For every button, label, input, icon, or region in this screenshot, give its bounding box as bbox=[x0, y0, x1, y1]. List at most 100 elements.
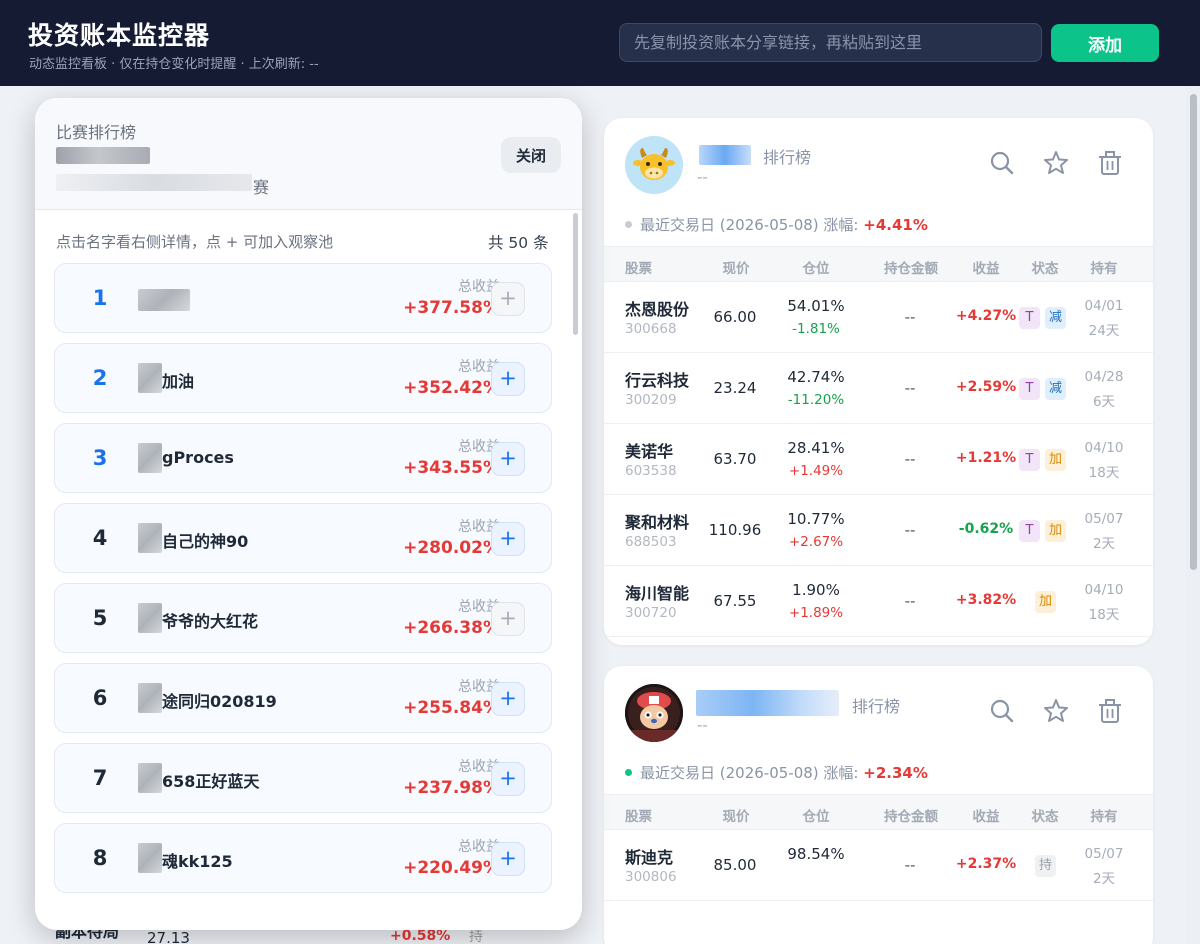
profit-value: +2.59% bbox=[955, 379, 1017, 395]
leaderboard-entry[interactable]: 8 魂kk125 总收益 +220.49% + bbox=[54, 823, 552, 893]
blurred-player-name[interactable] bbox=[138, 363, 162, 393]
leaderboard-link[interactable]: 排行榜 bbox=[763, 144, 811, 168]
trash-icon[interactable] bbox=[1096, 149, 1124, 177]
add-to-watchlist-button[interactable]: + bbox=[491, 762, 525, 796]
col-price: 现价 bbox=[722, 261, 750, 277]
position-ratio: 98.54% bbox=[787, 845, 845, 863]
search-icon[interactable] bbox=[988, 697, 1016, 725]
blurred-player-name[interactable] bbox=[138, 763, 162, 793]
add-to-watchlist-button[interactable]: + bbox=[491, 362, 525, 396]
status-change: +2.34% bbox=[863, 764, 928, 782]
avatar[interactable] bbox=[625, 684, 683, 742]
stock-code: 603538 bbox=[625, 463, 677, 479]
status-dot bbox=[625, 769, 632, 776]
leaderboard-header: 比赛排行榜 赛 关闭 bbox=[35, 98, 582, 210]
holding-row[interactable]: 行云科技 300209 23.24 42.74% -11.20% -- +2.59% T 减 04… bbox=[604, 353, 1153, 424]
plus-icon: + bbox=[499, 526, 517, 550]
position-change: -1.81% bbox=[792, 321, 840, 337]
status-badge: 加 bbox=[1035, 591, 1056, 613]
entry-count: 共 50 条 bbox=[488, 234, 549, 252]
leaderboard-entry[interactable]: 7 658正好蓝天 总收益 +237.98% + bbox=[54, 743, 552, 813]
account-meta: -- bbox=[697, 716, 708, 734]
holding-row[interactable]: 海川智能 300720 67.55 1.90% +1.89% -- +3.82% 加 04/10… bbox=[604, 566, 1153, 637]
player-name[interactable]: 魂kk125 bbox=[162, 848, 233, 872]
blurred-account-name[interactable] bbox=[696, 690, 839, 716]
blurred-contest-subtitle bbox=[56, 174, 252, 191]
stock-code: 300720 bbox=[625, 605, 677, 621]
holding-row[interactable]: 聚和材料 688503 110.96 10.77% +2.67% -- -0.62% T 加 05… bbox=[604, 495, 1153, 566]
add-to-watchlist-button[interactable]: + bbox=[491, 442, 525, 476]
account-card: 排行榜 -- 最近交易日 (2026-05-08) 涨幅: +4.41% 股票 … bbox=[604, 118, 1153, 645]
current-price: 85.00 bbox=[713, 856, 757, 874]
holding-row[interactable]: 美诺华 603538 63.70 28.41% +1.49% -- +1.21% T 加 04/1… bbox=[604, 424, 1153, 495]
player-name[interactable]: 自己的神90 bbox=[162, 528, 248, 552]
stock-name[interactable]: 行云科技 bbox=[625, 367, 689, 391]
blurred-player-name[interactable] bbox=[138, 289, 190, 311]
rank-number: 6 bbox=[92, 686, 108, 710]
hold-days: 18天 bbox=[1088, 465, 1120, 481]
player-name[interactable]: gProces bbox=[162, 448, 234, 467]
player-name[interactable]: 658正好蓝天 bbox=[162, 768, 259, 792]
character-avatar-icon bbox=[625, 684, 683, 742]
status-dot bbox=[625, 221, 632, 228]
leaderboard-entry[interactable]: 3 gProces 总收益 +343.55% + bbox=[54, 423, 552, 493]
rank-number: 1 bbox=[92, 286, 108, 310]
holding-row[interactable]: 杰恩股份 300668 66.00 54.01% -1.81% -- +4.27% T 减 04/… bbox=[604, 282, 1153, 353]
holding-amount: -- bbox=[904, 592, 916, 610]
col-hold: 持有 bbox=[1090, 261, 1118, 277]
trash-icon[interactable] bbox=[1096, 697, 1124, 725]
status-badge: 加 bbox=[1045, 449, 1066, 471]
leaderboard-entry[interactable]: 6 途同归020819 总收益 +255.84% + bbox=[54, 663, 552, 733]
plus-icon: + bbox=[499, 286, 517, 310]
blurred-account-name[interactable] bbox=[699, 145, 751, 165]
stock-name[interactable]: 美诺华 bbox=[625, 438, 673, 462]
stock-code: 300209 bbox=[625, 392, 677, 408]
leaderboard-link[interactable]: 排行榜 bbox=[852, 693, 900, 717]
profit-value: -0.62% bbox=[958, 521, 1014, 537]
blurred-player-name[interactable] bbox=[138, 603, 162, 633]
star-icon[interactable] bbox=[1042, 149, 1070, 177]
close-button[interactable]: 关闭 bbox=[501, 137, 561, 173]
total-gain-label: 总收益 bbox=[458, 439, 500, 455]
leaderboard-entry[interactable]: 4 自己的神90 总收益 +280.02% + bbox=[54, 503, 552, 573]
blurred-contest-name bbox=[56, 147, 150, 164]
leaderboard-entry[interactable]: 5 爷爷的大红花 总收益 +266.38% + bbox=[54, 583, 552, 653]
blurred-player-name[interactable] bbox=[138, 683, 162, 713]
status-badge: T bbox=[1019, 378, 1040, 400]
current-price: 66.00 bbox=[713, 308, 757, 326]
leaderboard-entry[interactable]: 1 总收益 +377.58% + bbox=[54, 263, 552, 333]
leaderboard-entry[interactable]: 2 加油 总收益 +352.42% + bbox=[54, 343, 552, 413]
player-name[interactable]: 爷爷的大红花 bbox=[162, 608, 258, 632]
add-to-watchlist-button[interactable]: + bbox=[491, 522, 525, 556]
last-trading-status: 最近交易日 (2026-05-08) 涨幅: +2.34% bbox=[625, 762, 928, 783]
holding-row[interactable]: 斯迪克 300806 85.00 98.54% -- +2.37% 持 05/07 2天 bbox=[604, 830, 1153, 901]
leaderboard-scrollbar[interactable] bbox=[573, 213, 578, 335]
add-to-watchlist-button[interactable]: + bbox=[491, 602, 525, 636]
contest-subtitle-suffix: 赛 bbox=[253, 178, 270, 197]
col-amount: 持仓金额 bbox=[884, 809, 938, 825]
add-to-watchlist-button[interactable]: + bbox=[491, 842, 525, 876]
blurred-player-name[interactable] bbox=[138, 843, 162, 873]
stock-name[interactable]: 斯迪克 bbox=[625, 844, 673, 868]
status-badge: T bbox=[1019, 307, 1040, 329]
star-icon[interactable] bbox=[1042, 697, 1070, 725]
table-header: 股票 现价 仓位 持仓金额 收益 状态 持有 bbox=[604, 246, 1153, 282]
search-icon[interactable] bbox=[988, 149, 1016, 177]
blurred-player-name[interactable] bbox=[138, 443, 162, 473]
stock-name[interactable]: 聚和材料 bbox=[625, 509, 689, 533]
holding-amount: -- bbox=[904, 379, 916, 397]
hold-days: 6天 bbox=[1092, 394, 1116, 410]
avatar[interactable] bbox=[625, 136, 683, 194]
add-button[interactable]: 添加 bbox=[1051, 24, 1159, 62]
player-name[interactable]: 途同归020819 bbox=[162, 688, 277, 712]
blurred-player-name[interactable] bbox=[138, 523, 162, 553]
col-status: 状态 bbox=[1031, 261, 1059, 277]
add-to-watchlist-button[interactable]: + bbox=[491, 282, 525, 316]
player-name[interactable]: 加油 bbox=[162, 368, 194, 392]
stock-name[interactable]: 海川智能 bbox=[625, 580, 689, 604]
stock-name[interactable]: 杰恩股份 bbox=[625, 296, 689, 320]
page-scrollbar-thumb[interactable] bbox=[1190, 94, 1197, 570]
share-link-input[interactable] bbox=[619, 23, 1042, 62]
stock-code: 300806 bbox=[625, 869, 677, 885]
add-to-watchlist-button[interactable]: + bbox=[491, 682, 525, 716]
